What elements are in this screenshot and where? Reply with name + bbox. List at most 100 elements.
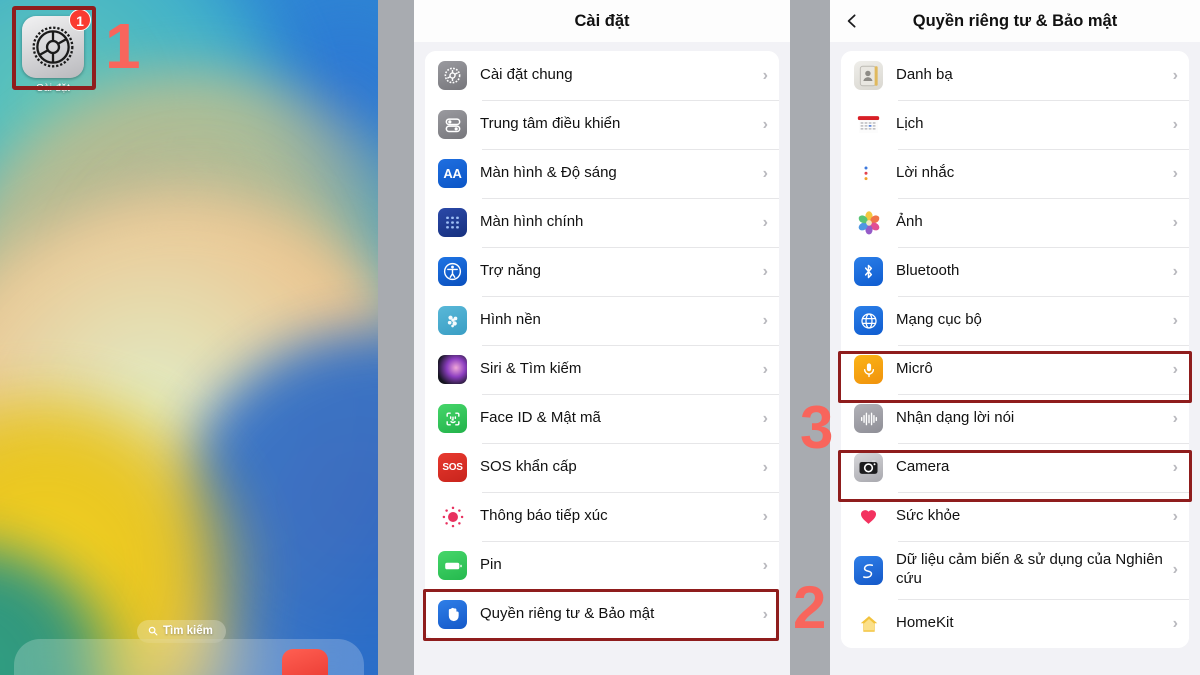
settings-row-face-id[interactable]: Face ID & Mật mã › — [425, 394, 779, 443]
chevron-right-icon: › — [1172, 614, 1178, 632]
home-screen-icon — [438, 208, 467, 237]
settings-row-general[interactable]: Cài đặt chung › — [425, 51, 779, 100]
privacy-row-speech[interactable]: Nhận dạng lời nói › — [841, 394, 1189, 443]
gear-glyph — [32, 26, 74, 68]
row-label: Lời nhắc — [896, 164, 955, 182]
chevron-right-icon: › — [1172, 262, 1178, 280]
settings-nav-bar: Cài đặt — [414, 0, 790, 42]
photos-icon — [854, 208, 883, 237]
privacy-group: Danh bạ › Lịch › Lời nhắc › Ảnh › Blueto… — [841, 51, 1189, 648]
siri-icon — [438, 355, 467, 384]
settings-app-shortcut[interactable]: 1 Cài đặt — [22, 9, 91, 94]
privacy-row-reminders[interactable]: Lời nhắc › — [841, 149, 1189, 198]
chevron-right-icon: › — [1172, 360, 1178, 378]
battery-icon — [438, 551, 467, 580]
privacy-row-microphone[interactable]: Micrô › — [841, 345, 1189, 394]
homekit-icon — [854, 609, 883, 638]
privacy-nav-bar: Quyền riêng tư & Bảo mật — [830, 0, 1200, 42]
notification-badge: 1 — [69, 9, 91, 31]
chevron-right-icon: › — [762, 458, 768, 476]
settings-row-battery[interactable]: Pin › — [425, 541, 779, 590]
chevron-right-icon: › — [762, 409, 768, 427]
row-label: Face ID & Mật mã — [480, 409, 601, 427]
settings-group: Cài đặt chung › Trung tâm điều khiển › A… — [425, 51, 779, 639]
settings-row-exposure[interactable]: Thông báo tiếp xúc › — [425, 492, 779, 541]
settings-row-siri[interactable]: Siri & Tìm kiếm › — [425, 345, 779, 394]
settings-row-home-screen[interactable]: Màn hình chính › — [425, 198, 779, 247]
settings-row-wallpaper[interactable]: Hình nền › — [425, 296, 779, 345]
row-label: Cài đặt chung — [480, 66, 573, 84]
local-network-icon — [854, 306, 883, 335]
privacy-row-homekit[interactable]: HomeKit › — [841, 599, 1189, 648]
row-label: Hình nền — [480, 311, 541, 329]
privacy-row-photos[interactable]: Ảnh › — [841, 198, 1189, 247]
row-label: Trợ năng — [480, 262, 541, 280]
chevron-right-icon: › — [762, 164, 768, 182]
privacy-row-research[interactable]: Dữ liệu cảm biến & sử dụng của Nghiên cứ… — [841, 541, 1189, 599]
health-heart-icon — [854, 502, 883, 531]
row-label: Danh bạ — [896, 66, 953, 84]
settings-row-accessibility[interactable]: Trợ năng › — [425, 247, 779, 296]
privacy-panel: Quyền riêng tư & Bảo mật Danh bạ › Lịch … — [830, 0, 1200, 675]
microphone-icon — [854, 355, 883, 384]
privacy-row-bluetooth[interactable]: Bluetooth › — [841, 247, 1189, 296]
magnifier-icon — [148, 626, 158, 636]
research-sensor-icon — [854, 555, 883, 585]
calendar-icon — [854, 110, 883, 139]
privacy-row-calendar[interactable]: Lịch › — [841, 100, 1189, 149]
row-label: Bluetooth — [896, 262, 960, 280]
chevron-right-icon: › — [762, 262, 768, 280]
privacy-hand-icon — [438, 600, 467, 629]
sos-icon: SOS — [438, 453, 467, 482]
privacy-list-area: Danh bạ › Lịch › Lời nhắc › Ảnh › Blueto… — [830, 42, 1200, 675]
settings-row-display[interactable]: AA Màn hình & Độ sáng › — [425, 149, 779, 198]
settings-panel: Cài đặt Cài đặt chung › Trung tâm điều k… — [414, 0, 790, 675]
chevron-left-icon[interactable] — [843, 12, 861, 30]
settings-row-control-center[interactable]: Trung tâm điều khiển › — [425, 100, 779, 149]
step-marker-2: 2 — [793, 574, 826, 641]
dock-app-icon[interactable] — [282, 649, 328, 675]
wallpaper-icon — [438, 306, 467, 335]
row-label: Nhận dạng lời nói — [896, 409, 1015, 427]
privacy-row-camera[interactable]: Camera › — [841, 443, 1189, 492]
settings-row-privacy[interactable]: Quyền riêng tư & Bảo mật › — [425, 590, 779, 639]
settings-title: Cài đặt — [574, 11, 630, 30]
privacy-row-health[interactable]: Sức khỏe › — [841, 492, 1189, 541]
row-label: Pin — [480, 556, 502, 574]
chevron-right-icon: › — [1172, 115, 1178, 133]
chevron-right-icon: › — [762, 311, 768, 329]
privacy-row-local-network[interactable]: Mạng cục bộ › — [841, 296, 1189, 345]
chevron-right-icon: › — [1172, 213, 1178, 231]
chevron-right-icon: › — [1172, 66, 1178, 84]
row-label: Quyền riêng tư & Bảo mật — [480, 605, 655, 623]
step-marker-3: 3 — [800, 394, 833, 461]
privacy-row-contacts[interactable]: Danh bạ › — [841, 51, 1189, 100]
chevron-right-icon: › — [1172, 458, 1178, 476]
camera-icon — [854, 453, 883, 482]
chevron-right-icon: › — [1172, 164, 1178, 182]
row-label: Ảnh — [896, 213, 923, 231]
row-label: SOS khẩn cấp — [480, 458, 577, 476]
exposure-notification-icon — [438, 502, 467, 531]
step-marker-1: 1 — [105, 10, 141, 82]
face-id-icon — [438, 404, 467, 433]
row-label: Màn hình chính — [480, 213, 584, 231]
chevron-right-icon: › — [1172, 507, 1178, 525]
reminders-icon — [854, 159, 883, 188]
settings-row-sos[interactable]: SOS SOS khẩn cấp › — [425, 443, 779, 492]
row-label: Thông báo tiếp xúc — [480, 507, 608, 525]
chevron-right-icon: › — [1172, 561, 1178, 578]
row-label: Dữ liệu cảm biến & sử dụng của Nghiên cứ… — [896, 551, 1163, 587]
row-label: HomeKit — [896, 614, 954, 632]
home-screen-panel: 1 Cài đặt 1 Tìm kiếm — [0, 0, 378, 675]
chevron-right-icon: › — [762, 507, 768, 525]
tutorial-screenshot: 1 Cài đặt 1 Tìm kiếm Cài đặt Cài đặt chu… — [0, 0, 1200, 675]
row-label: Màn hình & Độ sáng — [480, 164, 617, 182]
bluetooth-icon — [854, 257, 883, 286]
app-label: Cài đặt — [36, 82, 70, 94]
gear-icon — [438, 61, 467, 90]
settings-list-area: Cài đặt chung › Trung tâm điều khiển › A… — [414, 42, 790, 675]
row-label: Lịch — [896, 115, 924, 133]
settings-gear-icon[interactable]: 1 — [22, 9, 91, 78]
control-center-icon — [438, 110, 467, 139]
